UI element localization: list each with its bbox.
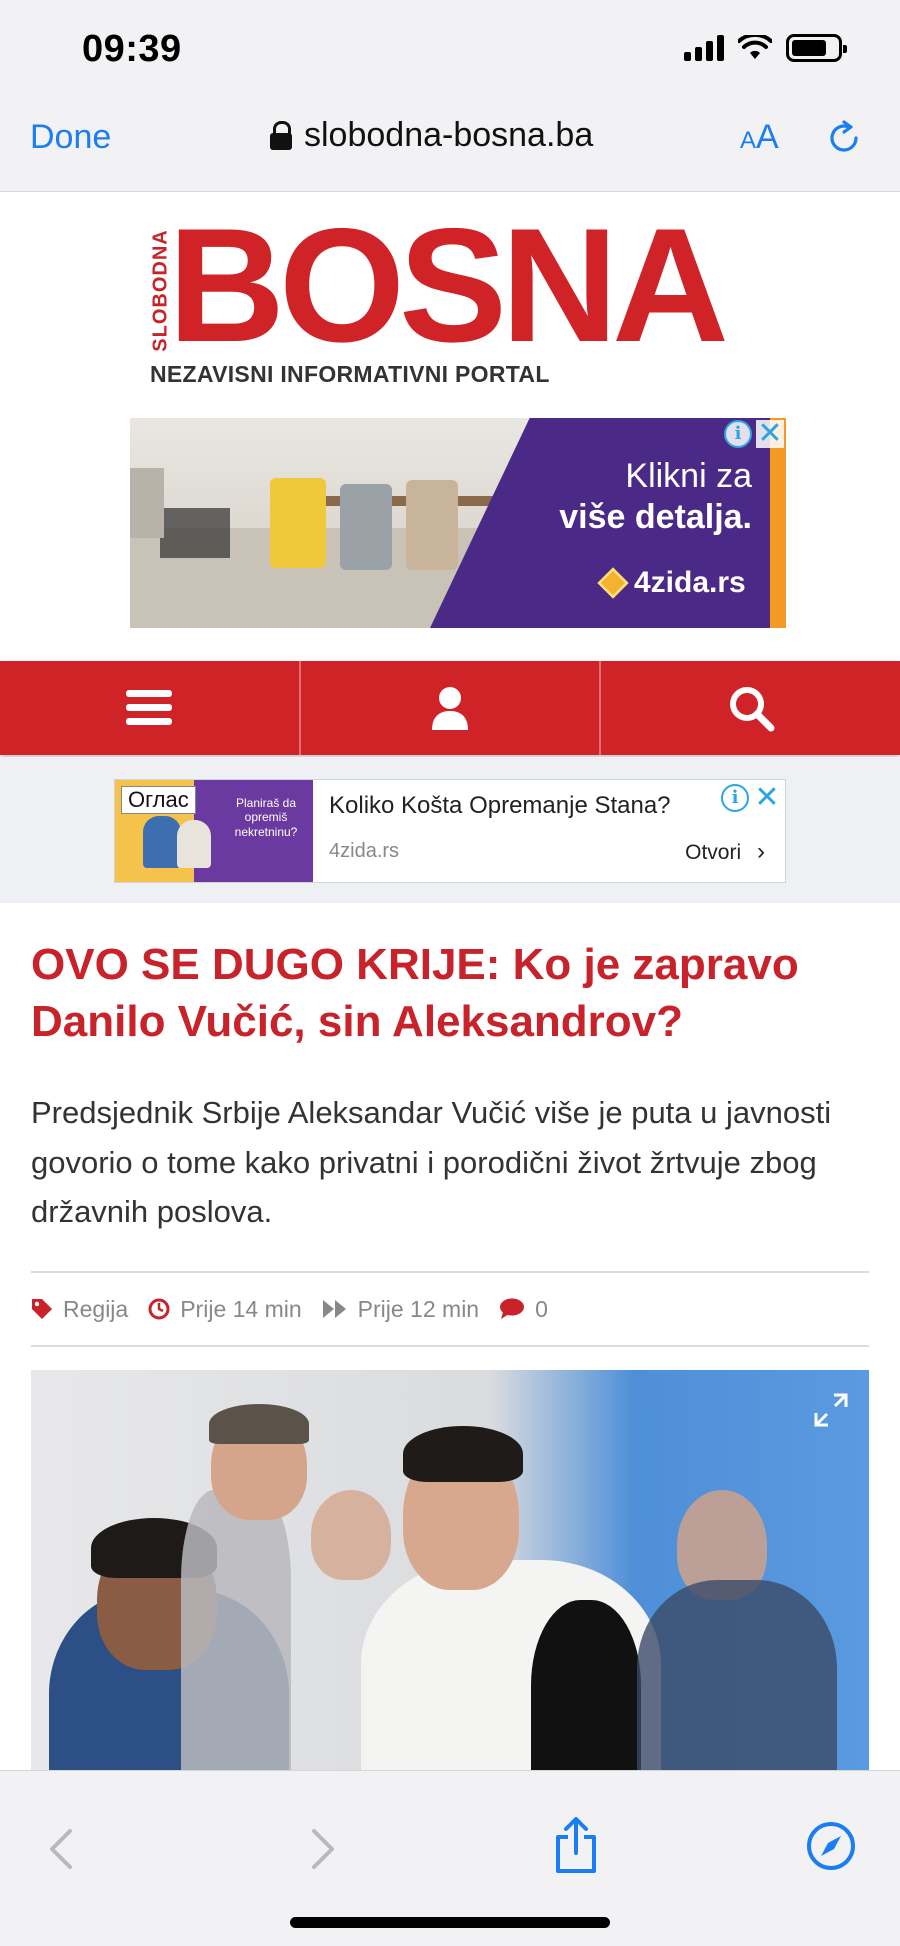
native-ad-close-icon[interactable]: ✕ bbox=[753, 783, 781, 813]
ad-line-1: Klikni za bbox=[625, 457, 752, 495]
logo-tagline: NEZAVISNI INFORMATIVNI PORTAL bbox=[150, 361, 550, 387]
reload-icon[interactable] bbox=[826, 120, 862, 156]
status-time: 09:39 bbox=[82, 28, 182, 70]
tag-icon bbox=[32, 1299, 52, 1319]
search-button[interactable] bbox=[601, 661, 900, 755]
native-ad-cta-label: Otvori bbox=[685, 841, 742, 864]
share-icon[interactable] bbox=[550, 1817, 602, 1873]
comments-count: 0 bbox=[535, 1295, 548, 1322]
category-link[interactable]: Regija bbox=[31, 1296, 128, 1323]
published-label: Prije 14 min bbox=[180, 1295, 302, 1322]
native-ad-open-button[interactable]: Otvori › bbox=[685, 838, 765, 866]
chevron-right-icon: › bbox=[757, 838, 765, 865]
browser-top-bar: Done slobodna-bosna.ba AA bbox=[0, 100, 900, 192]
native-ad-domain: 4zida.rs bbox=[329, 840, 400, 862]
ad-headline: Klikni za više detalja. bbox=[522, 456, 752, 539]
site-logo[interactable]: SLOBODNA BOSNA NEZAVISNI INFORMATIVNI PO… bbox=[0, 193, 900, 398]
ad-info-icon[interactable]: i bbox=[724, 420, 752, 448]
back-icon[interactable] bbox=[38, 1825, 86, 1873]
done-button[interactable]: Done bbox=[30, 118, 111, 157]
category-label: Regija bbox=[63, 1295, 129, 1322]
brand-cube-icon bbox=[597, 567, 629, 599]
site-nav-bar bbox=[0, 661, 900, 755]
article-headline: OVO SE DUGO KRIJE: Ko je zapravo Danilo … bbox=[31, 940, 799, 1047]
aa-big-label: A bbox=[756, 118, 779, 156]
expand-icon[interactable] bbox=[813, 1392, 849, 1428]
clock-icon bbox=[148, 1298, 170, 1320]
account-button[interactable] bbox=[301, 661, 602, 755]
forward-icon[interactable] bbox=[298, 1825, 346, 1873]
ad-badge: Оглас bbox=[121, 786, 196, 814]
ad-brand: 4zida.rs bbox=[597, 566, 746, 600]
ad-line-2: više detalja. bbox=[559, 498, 752, 537]
home-indicator bbox=[290, 1917, 610, 1928]
address-bar[interactable]: slobodna-bosna.ba bbox=[270, 116, 593, 155]
status-icons bbox=[684, 34, 847, 62]
updated-label: Prije 12 min bbox=[357, 1295, 480, 1322]
user-icon bbox=[432, 687, 468, 730]
ad-brand-text: 4zida.rs bbox=[634, 566, 746, 599]
comment-icon bbox=[500, 1298, 525, 1319]
native-ad[interactable]: Оглас Planiraš da opremiš nekretninu? Ko… bbox=[114, 779, 786, 883]
native-ad-info-icon[interactable]: i bbox=[721, 784, 749, 812]
wifi-icon bbox=[738, 35, 772, 59]
published-time: Prije 14 min bbox=[148, 1295, 302, 1323]
status-bar: 09:39 bbox=[0, 0, 900, 100]
banner-ad[interactable]: Klikni za više detalja. 4zida.rs i ✕ bbox=[130, 418, 786, 628]
battery-icon bbox=[786, 34, 847, 62]
hamburger-icon bbox=[126, 690, 173, 725]
compass-icon[interactable] bbox=[806, 1821, 856, 1871]
logo-wordmark: BOSNA bbox=[168, 195, 729, 376]
comments-link[interactable]: 0 bbox=[499, 1296, 548, 1323]
aa-small-label: A bbox=[740, 127, 757, 154]
native-ad-controls: i ✕ bbox=[721, 783, 781, 813]
logo-vertical-text: SLOBODNA bbox=[149, 229, 172, 352]
article-lead: Predsjednik Srbije Aleksandar Vučić više… bbox=[31, 1095, 832, 1230]
native-ad-thumb-text: Planiraš da opremiš nekretninu? bbox=[234, 796, 298, 839]
ad-controls: i ✕ bbox=[724, 419, 784, 449]
menu-button[interactable] bbox=[0, 661, 301, 755]
lock-icon bbox=[270, 120, 292, 151]
article-meta: Regija Prije 14 min Prije 12 min 0 bbox=[31, 1271, 869, 1347]
fast-forward-icon bbox=[322, 1300, 346, 1318]
native-ad-title: Koliko Košta Opremanje Stana? bbox=[329, 792, 671, 819]
updated-time: Prije 12 min bbox=[322, 1296, 479, 1323]
url-text: slobodna-bosna.ba bbox=[304, 116, 594, 154]
cellular-signal-icon bbox=[684, 35, 724, 61]
article-photo[interactable] bbox=[31, 1370, 869, 1770]
text-size-button[interactable]: AA bbox=[740, 118, 779, 157]
search-icon bbox=[729, 687, 775, 732]
ad-close-icon[interactable]: ✕ bbox=[756, 419, 784, 449]
